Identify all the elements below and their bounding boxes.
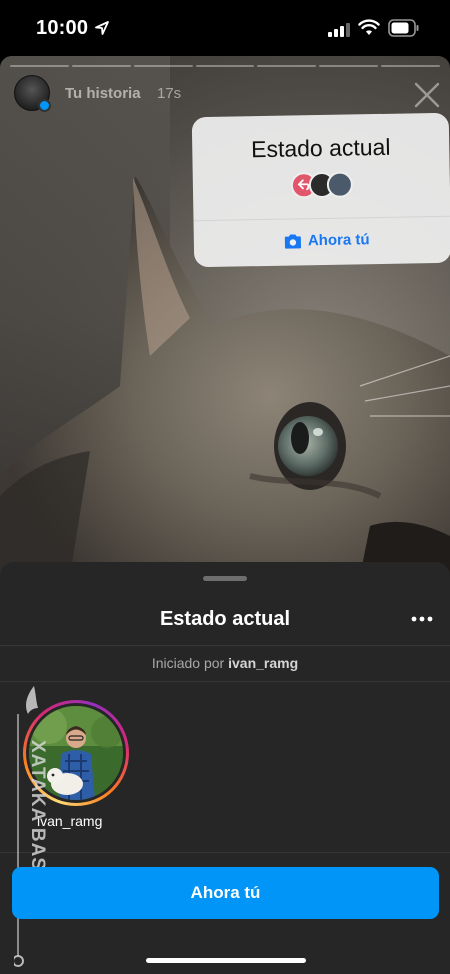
- add-story-icon: [38, 99, 51, 112]
- status-time: 10:00: [36, 17, 89, 39]
- close-icon[interactable]: [414, 82, 440, 108]
- cellular-signal-icon: [328, 23, 350, 37]
- camera-icon: [284, 233, 301, 249]
- add-yours-sticker[interactable]: Estado actual Ahora tú: [191, 112, 450, 268]
- location-arrow-icon: [95, 21, 109, 35]
- story-progress-bar: [10, 65, 441, 67]
- sheet-title: Estado actual: [159, 608, 291, 630]
- sticker-divider: [193, 215, 450, 222]
- story-username[interactable]: Tu historia: [65, 85, 141, 102]
- sticker-participant-avatars: [290, 171, 362, 202]
- story-timestamp: 17s: [157, 85, 182, 102]
- story-view[interactable]: Tu historia 17s Estado actual Ahora tú: [0, 56, 450, 576]
- battery-icon: [388, 19, 419, 37]
- sheet-divider: [0, 681, 450, 682]
- sticker-title: Estado actual: [250, 133, 391, 163]
- sticker-add-yours-button[interactable]: Ahora tú: [284, 231, 370, 249]
- started-by-user[interactable]: ivan_ramg: [228, 655, 298, 671]
- sheet-divider: [0, 852, 450, 853]
- sheet-divider: [0, 645, 450, 646]
- wifi-icon: [358, 19, 380, 35]
- sheet-drag-handle[interactable]: [203, 576, 247, 581]
- reply-arrow-icon: [297, 179, 310, 191]
- sticker-action-label: Ahora tú: [307, 231, 370, 250]
- status-bar: 10:00: [0, 0, 450, 56]
- home-indicator[interactable]: [146, 958, 306, 963]
- more-options-icon[interactable]: [411, 616, 433, 622]
- story-avatar[interactable]: [14, 75, 51, 112]
- started-by-text: Iniciado por ivan_ramg: [0, 655, 450, 671]
- started-by-prefix: Iniciado por: [151, 655, 225, 671]
- add-yours-button[interactable]: Ahora tú: [12, 867, 439, 919]
